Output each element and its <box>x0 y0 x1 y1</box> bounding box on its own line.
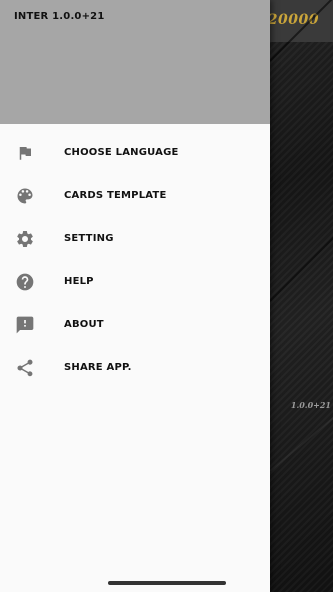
menu-item-choose-language[interactable]: CHOOSE LANGUAGE <box>0 131 270 174</box>
version-watermark: 1.0.0+21 <box>290 400 331 410</box>
menu-item-label: CARDS TEMPLATE <box>64 190 167 201</box>
background-decoration <box>269 187 333 302</box>
menu-item-label: ABOUT <box>64 319 104 330</box>
menu-item-share-app[interactable]: SHARE APP. <box>0 346 270 389</box>
menu-item-label: HELP <box>64 276 94 287</box>
flag-icon <box>15 143 35 163</box>
gear-icon <box>15 229 35 249</box>
menu-item-help[interactable]: HELP <box>0 260 270 303</box>
drawer-header: INTER 1.0.0+21 <box>0 0 270 124</box>
drawer-title: INTER 1.0.0+21 <box>14 11 105 22</box>
share-icon <box>15 358 35 378</box>
menu-item-setting[interactable]: SETTING <box>0 217 270 260</box>
help-circle-icon <box>15 272 35 292</box>
menu-item-label: SHARE APP. <box>64 362 132 373</box>
feedback-icon <box>15 315 35 335</box>
menu-item-label: SETTING <box>64 233 114 244</box>
menu-item-label: CHOOSE LANGUAGE <box>64 147 179 158</box>
navigation-drawer: INTER 1.0.0+21 CHOOSE LANGUAGE CARDS TEM… <box>0 0 270 592</box>
home-indicator[interactable] <box>108 581 226 585</box>
menu-item-about[interactable]: ABOUT <box>0 303 270 346</box>
drawer-menu: CHOOSE LANGUAGE CARDS TEMPLATE SETTING H… <box>0 131 270 389</box>
palette-icon <box>15 186 35 206</box>
menu-item-cards-template[interactable]: CARDS TEMPLATE <box>0 174 270 217</box>
